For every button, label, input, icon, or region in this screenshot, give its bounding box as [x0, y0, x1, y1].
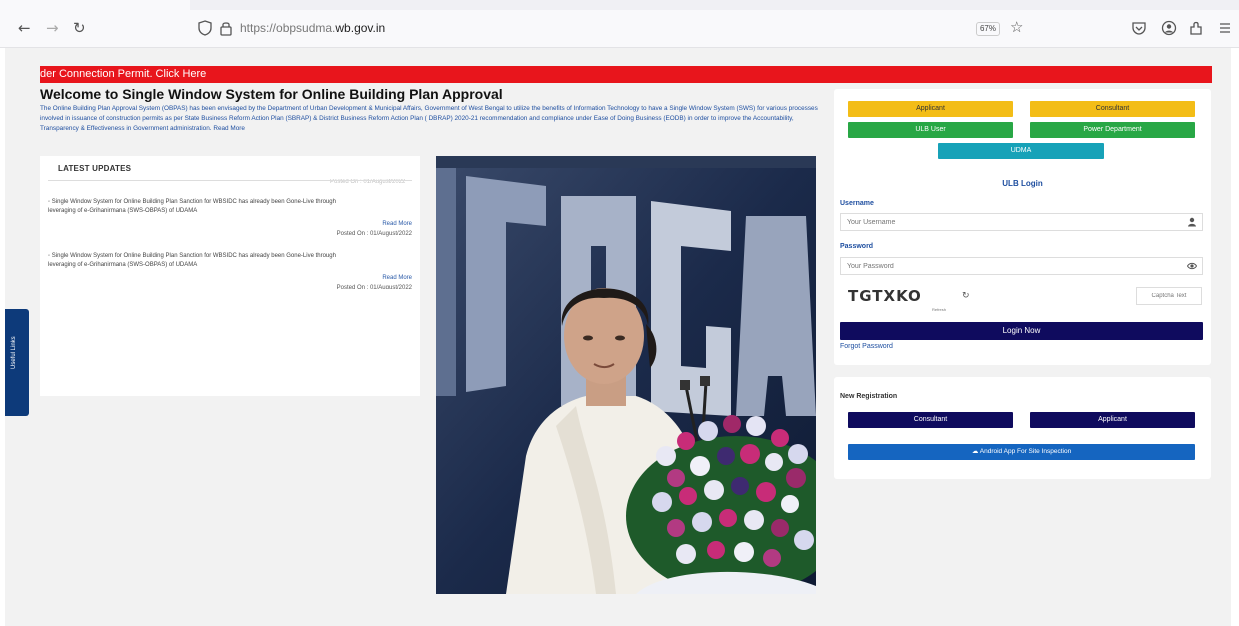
- password-input[interactable]: [840, 257, 1203, 275]
- lock-icon[interactable]: [220, 20, 232, 36]
- menu-icon[interactable]: [1217, 20, 1233, 36]
- user-icon: [1188, 217, 1196, 227]
- extensions-icon[interactable]: [1188, 20, 1204, 36]
- pocket-icon[interactable]: [1131, 20, 1147, 36]
- power-department-role-button[interactable]: Power Department: [1030, 122, 1195, 138]
- captcha-caption: Refresh: [932, 307, 947, 312]
- zoom-indicator[interactable]: 67%: [976, 22, 1000, 36]
- password-label: Password: [840, 243, 874, 250]
- url-bar[interactable]: https://obpsudma.wb.gov.in: [190, 16, 1040, 42]
- back-arrow-icon[interactable]: ←: [18, 18, 31, 38]
- registration-title: New Registration: [840, 393, 898, 400]
- browser-toolbar: ← → ↻ https://obpsudma.wb.gov.in 67% ☆: [0, 0, 1239, 48]
- applicant-role-button[interactable]: Applicant: [848, 101, 1013, 117]
- register-consultant-button[interactable]: Consultant: [848, 412, 1013, 428]
- captcha-input[interactable]: [1136, 287, 1202, 305]
- udma-role-button[interactable]: UDMA: [938, 143, 1104, 159]
- forgot-password-link[interactable]: Forgot Password: [840, 343, 893, 350]
- speaker-photo-illustration: [436, 156, 816, 594]
- android-icon: ☁: [971, 448, 980, 455]
- android-app-label: Android App For Site Inspection: [979, 448, 1072, 455]
- ulb-user-role-button[interactable]: ULB User: [848, 122, 1013, 138]
- reload-icon[interactable]: ↻: [73, 18, 86, 38]
- account-icon[interactable]: [1161, 20, 1177, 36]
- login-card: Applicant Consultant ULB User Power Depa…: [834, 89, 1211, 365]
- captcha-image: TGTXKO: [848, 287, 922, 305]
- username-input[interactable]: [840, 213, 1203, 231]
- page-title: Welcome to Single Window System for Onli…: [40, 86, 503, 102]
- consultant-role-button[interactable]: Consultant: [1030, 101, 1195, 117]
- read-more-link[interactable]: Read More: [382, 220, 412, 229]
- login-title: ULB Login: [1002, 179, 1043, 188]
- forward-arrow-icon[interactable]: →: [46, 18, 59, 38]
- posted-date: Posted On : 01/August/2022: [336, 285, 412, 289]
- registration-card: New Registration Consultant Applicant ☁ …: [834, 377, 1211, 479]
- username-label: Username: [840, 200, 874, 207]
- ticker-text[interactable]: der Connection Permit. Click Here: [40, 68, 206, 80]
- posted-date: Posted On : 01/August/2022: [336, 231, 412, 237]
- intro-paragraph: The Online Building Plan Approval System…: [40, 105, 818, 132]
- active-tab[interactable]: [0, 0, 190, 10]
- star-icon[interactable]: ☆: [1010, 18, 1023, 36]
- latest-updates-panel: LATEST UPDATES Posted On : 01/August/202…: [40, 156, 420, 396]
- android-app-button[interactable]: ☁ Android App For Site Inspection: [848, 444, 1195, 460]
- list-item: ◦ Single Window System for Online Buildi…: [48, 198, 412, 237]
- captcha-refresh-icon[interactable]: ↻: [962, 291, 970, 301]
- eye-icon[interactable]: [1187, 261, 1197, 271]
- useful-links-tab[interactable]: Useful Links: [5, 309, 29, 416]
- register-applicant-button[interactable]: Applicant: [1030, 412, 1195, 428]
- update-text: Single Window System for Online Building…: [48, 199, 336, 214]
- announcement-ticker[interactable]: der Connection Permit. Click Here: [40, 66, 1212, 83]
- read-more-link[interactable]: Read More: [382, 274, 412, 283]
- tab-strip: [0, 0, 1239, 10]
- list-item: ◦ Single Window System for Online Buildi…: [48, 252, 412, 289]
- useful-links-label: Useful Links: [11, 336, 17, 369]
- login-button[interactable]: Login Now: [840, 322, 1203, 340]
- latest-updates-header: LATEST UPDATES: [58, 164, 132, 173]
- update-text: Single Window System for Online Building…: [48, 253, 336, 268]
- shield-icon[interactable]: [198, 20, 212, 36]
- hero-photo: [436, 156, 816, 594]
- url-text[interactable]: https://obpsudma.wb.gov.in: [240, 20, 385, 36]
- divider: [48, 180, 412, 181]
